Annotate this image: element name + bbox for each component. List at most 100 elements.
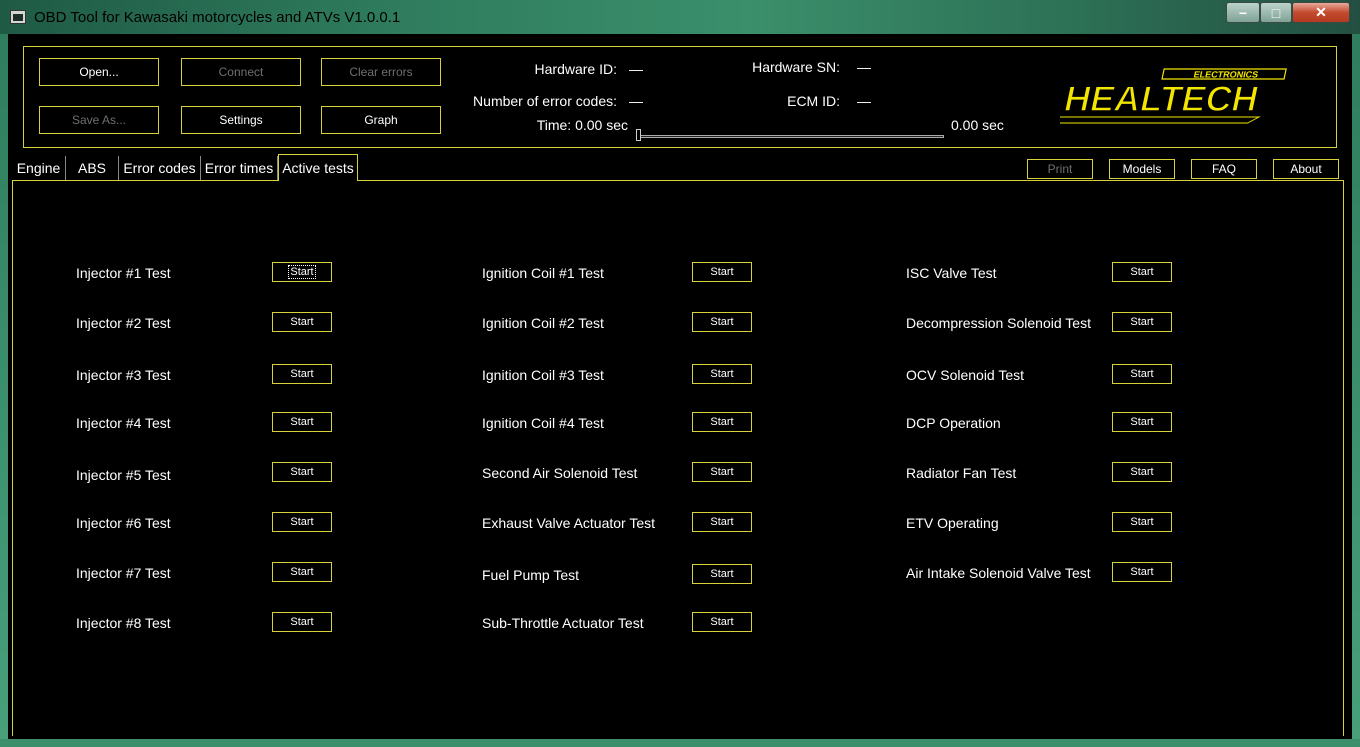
title-bar[interactable]: OBD Tool for Kawasaki motorcycles and AT…	[0, 0, 1360, 34]
start-button-label: Start	[290, 566, 314, 578]
time-label: Time: 0.00 sec	[536, 117, 628, 133]
app-icon[interactable]	[10, 10, 26, 24]
test-label-etv-operating: ETV Operating	[906, 515, 999, 531]
tab-engine-label: Engine	[16, 160, 61, 176]
start-button-air-intake-solenoid-valve[interactable]: Start	[1112, 562, 1172, 582]
start-button-injector-4[interactable]: Start	[272, 412, 332, 432]
minimize-button[interactable]: −	[1226, 2, 1260, 23]
about-button[interactable]: About	[1273, 159, 1339, 179]
tab-abs[interactable]: ABS	[66, 156, 119, 180]
window-frame-bottom	[0, 739, 1360, 747]
models-button[interactable]: Models	[1109, 159, 1175, 179]
test-label-exhaust-valve-actuator: Exhaust Valve Actuator Test	[482, 515, 656, 531]
test-label-isc-valve: ISC Valve Test	[906, 265, 997, 281]
start-button-label: Start	[288, 265, 316, 279]
start-button-ignition-coil-2[interactable]: Start	[692, 312, 752, 332]
test-label-ocv-solenoid: OCV Solenoid Test	[906, 367, 1025, 383]
test-label-ignition-coil-1: Ignition Coil #1 Test	[482, 265, 604, 281]
test-label-injector-7: Injector #7 Test	[76, 565, 171, 581]
tab-error-codes[interactable]: Error codes	[119, 156, 201, 180]
start-button-label: Start	[290, 316, 314, 328]
start-button-label: Start	[1130, 416, 1154, 428]
start-button-injector-1[interactable]: Start	[272, 262, 332, 282]
test-label-second-air-solenoid: Second Air Solenoid Test	[482, 465, 638, 481]
start-button-label: Start	[290, 516, 314, 528]
start-button-fuel-pump[interactable]: Start	[692, 564, 752, 584]
start-button-label: Start	[710, 266, 734, 278]
ecm-id-label: ECM ID:	[787, 93, 840, 109]
logo-main-text: HEALTECH	[1061, 78, 1263, 119]
start-button-injector-5[interactable]: Start	[272, 462, 332, 482]
connect-button[interactable]: Connect	[181, 58, 301, 86]
start-button-label: Start	[710, 368, 734, 380]
test-label-decompression-solenoid: Decompression Solenoid Test	[906, 315, 1091, 331]
start-button-ignition-coil-1[interactable]: Start	[692, 262, 752, 282]
maximize-button[interactable]: □	[1260, 2, 1292, 23]
maximize-icon: □	[1271, 4, 1281, 21]
error-codes-value: —	[629, 93, 643, 109]
start-button-injector-3[interactable]: Start	[272, 364, 332, 384]
test-label-injector-2: Injector #2 Test	[76, 315, 171, 331]
test-label-injector-6: Injector #6 Test	[76, 515, 171, 531]
start-button-dcp-operation[interactable]: Start	[1112, 412, 1172, 432]
test-label-dcp-operation: DCP Operation	[906, 415, 1001, 431]
start-button-etv-operating[interactable]: Start	[1112, 512, 1172, 532]
print-button[interactable]: Print	[1027, 159, 1093, 179]
start-button-label: Start	[1130, 316, 1154, 328]
start-button-ocv-solenoid[interactable]: Start	[1112, 364, 1172, 384]
start-button-label: Start	[710, 616, 734, 628]
start-button-radiator-fan[interactable]: Start	[1112, 462, 1172, 482]
start-button-exhaust-valve-actuator[interactable]: Start	[692, 512, 752, 532]
test-label-radiator-fan: Radiator Fan Test	[906, 465, 1017, 481]
start-button-injector-7[interactable]: Start	[272, 562, 332, 582]
start-button-label: Start	[1130, 266, 1154, 278]
faq-button[interactable]: FAQ	[1191, 159, 1257, 179]
start-button-injector-2[interactable]: Start	[272, 312, 332, 332]
time-slider[interactable]	[636, 129, 944, 141]
test-label-ignition-coil-2: Ignition Coil #2 Test	[482, 315, 604, 331]
time-slider-thumb[interactable]	[636, 129, 641, 141]
start-button-injector-6[interactable]: Start	[272, 512, 332, 532]
test-label-injector-1: Injector #1 Test	[76, 265, 171, 281]
close-icon: ✕	[1315, 4, 1327, 20]
start-button-label: Start	[290, 466, 314, 478]
test-label-sub-throttle-actuator: Sub-Throttle Actuator Test	[482, 615, 644, 631]
close-button[interactable]: ✕	[1292, 2, 1350, 23]
start-button-second-air-solenoid[interactable]: Start	[692, 462, 752, 482]
window-frame-left	[0, 34, 8, 747]
start-button-isc-valve[interactable]: Start	[1112, 262, 1172, 282]
tab-active-tests[interactable]: Active tests	[278, 154, 358, 181]
start-button-ignition-coil-4[interactable]: Start	[692, 412, 752, 432]
tab-engine[interactable]: Engine	[12, 156, 66, 180]
start-button-label: Start	[710, 466, 734, 478]
tab-error-codes-label: Error codes	[123, 160, 196, 176]
save-as-button[interactable]: Save As...	[39, 106, 159, 134]
start-button-sub-throttle-actuator[interactable]: Start	[692, 612, 752, 632]
client-area: Open... Connect Clear errors Save As... …	[8, 34, 1352, 739]
error-codes-label: Number of error codes:	[473, 93, 617, 109]
start-button-label: Start	[1130, 516, 1154, 528]
test-label-injector-4: Injector #4 Test	[76, 415, 171, 431]
start-button-label: Start	[1130, 368, 1154, 380]
start-button-label: Start	[1130, 466, 1154, 478]
start-button-label: Start	[1130, 566, 1154, 578]
start-button-decompression-solenoid[interactable]: Start	[1112, 312, 1172, 332]
hardware-sn-label: Hardware SN:	[752, 59, 840, 75]
test-label-ignition-coil-4: Ignition Coil #4 Test	[482, 415, 604, 431]
window-frame-right	[1352, 34, 1360, 747]
start-button-label: Start	[710, 516, 734, 528]
test-label-ignition-coil-3: Ignition Coil #3 Test	[482, 367, 604, 383]
graph-button[interactable]: Graph	[321, 106, 441, 134]
hardware-id-label: Hardware ID:	[534, 61, 617, 77]
open-button[interactable]: Open...	[39, 58, 159, 86]
settings-button[interactable]: Settings	[181, 106, 301, 134]
time-end-label: 0.00 sec	[951, 117, 1004, 133]
start-button-ignition-coil-3[interactable]: Start	[692, 364, 752, 384]
start-button-label: Start	[290, 368, 314, 380]
time-slider-track[interactable]	[636, 135, 944, 138]
clear-errors-button[interactable]: Clear errors	[321, 58, 441, 86]
minimize-icon: −	[1238, 4, 1248, 21]
start-button-label: Start	[710, 316, 734, 328]
start-button-injector-8[interactable]: Start	[272, 612, 332, 632]
tab-error-times[interactable]: Error times	[201, 156, 278, 180]
